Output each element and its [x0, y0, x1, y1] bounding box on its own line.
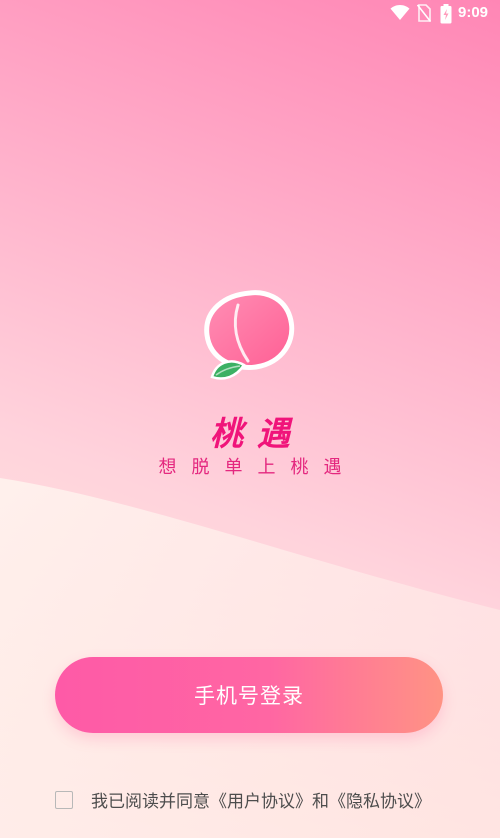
agreement-conjunction: 和	[312, 792, 329, 812]
phone-login-button[interactable]: 手机号登录	[55, 657, 443, 733]
wifi-icon	[390, 5, 410, 20]
agreement-text: 我已阅读并同意《用户协议》和《隐私协议》	[91, 787, 431, 812]
phone-login-label: 手机号登录	[194, 684, 304, 708]
app-name: 桃遇	[210, 414, 304, 453]
agreement-checkbox[interactable]	[55, 790, 73, 809]
user-agreement-link[interactable]: 《用户协议》	[210, 792, 312, 812]
app-slogan: 想脱单上桃遇	[158, 457, 357, 478]
status-time: 9:09	[458, 4, 489, 21]
agreement-prefix: 我已阅读并同意	[91, 792, 210, 812]
privacy-policy-link[interactable]: 《隐私协议》	[329, 792, 431, 812]
agreement-row: 我已阅读并同意《用户协议》和《隐私协议》	[55, 787, 431, 812]
peach-icon	[204, 290, 295, 380]
status-bar: 9:09	[0, 0, 500, 28]
no-sim-icon	[417, 4, 431, 22]
battery-charging-icon	[440, 4, 452, 24]
